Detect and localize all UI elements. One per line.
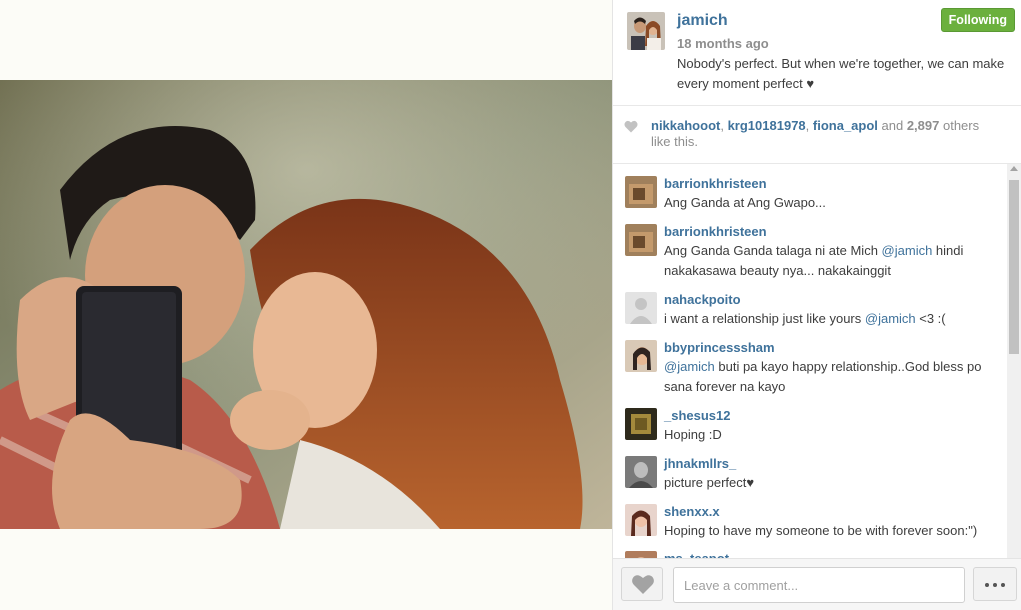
- more-options-button[interactable]: [973, 567, 1017, 601]
- commenter-username[interactable]: _shesus12: [664, 408, 731, 423]
- comment-item: shenxx.x Hoping to have my someone to be…: [613, 504, 1008, 544]
- comment-text: @jamich buti pa kayo happy relationship.…: [664, 357, 1004, 397]
- mention-link[interactable]: @jamich: [865, 311, 916, 326]
- liker-link[interactable]: fiona_apol: [813, 118, 878, 133]
- commenter-avatar[interactable]: [625, 456, 657, 488]
- liker-link[interactable]: nikkahooot: [651, 118, 720, 133]
- following-button[interactable]: Following: [940, 8, 1015, 32]
- commenter-username[interactable]: bbyprincesssham: [664, 340, 775, 355]
- commenter-username[interactable]: ms_teapot: [664, 551, 729, 558]
- comment-text: Ang Ganda Ganda talaga ni ate Mich @jami…: [664, 241, 1004, 281]
- comment-bar: [613, 558, 1021, 610]
- comment-item: bbyprincesssham @jamich buti pa kayo hap…: [613, 340, 1008, 400]
- comment-item: nahackpoito i want a relationship just l…: [613, 292, 1008, 332]
- liker-link[interactable]: krg10181978: [728, 118, 806, 133]
- more-dots-icon: [1001, 583, 1005, 587]
- mention-link[interactable]: @jamich: [664, 359, 715, 374]
- more-dots-icon: [993, 583, 997, 587]
- likes-separator: ,: [805, 118, 813, 133]
- commenter-avatar[interactable]: [625, 408, 657, 440]
- scrollbar-thumb[interactable]: [1009, 180, 1019, 354]
- commenter-username[interactable]: barrionkhristeen: [664, 176, 767, 191]
- commenter-avatar[interactable]: [625, 224, 657, 256]
- commenter-username[interactable]: shenxx.x: [664, 504, 720, 519]
- post-header: jamich 18 months ago Nobody's perfect. B…: [613, 0, 1021, 106]
- author-username[interactable]: jamich: [677, 12, 728, 30]
- comments-scrollbar[interactable]: [1007, 164, 1021, 558]
- commenter-avatar[interactable]: [625, 340, 657, 372]
- commenter-username[interactable]: nahackpoito: [664, 292, 741, 307]
- commenter-avatar[interactable]: [625, 292, 657, 324]
- likes-count[interactable]: 2,897: [907, 118, 940, 133]
- comment-text-part: Ang Ganda Ganda talaga ni ate Mich: [664, 243, 882, 258]
- commenter-avatar[interactable]: [625, 176, 657, 208]
- heart-icon: [624, 120, 638, 133]
- commenter-username[interactable]: barrionkhristeen: [664, 224, 767, 239]
- likes-and: and: [877, 118, 907, 133]
- heart-icon: [632, 575, 654, 594]
- commenter-avatar[interactable]: [625, 551, 657, 558]
- post-caption: Nobody's perfect. But when we're togethe…: [677, 56, 1005, 91]
- post-time[interactable]: 18 months ago: [677, 36, 769, 51]
- author-avatar[interactable]: [627, 12, 665, 50]
- commenter-username[interactable]: jhnakmllrs_: [664, 456, 736, 471]
- comment-text-part: i want a relationship just like yours: [664, 311, 865, 326]
- comment-item: ms_teapot: [613, 551, 1008, 558]
- comment-item: barrionkhristeen Ang Ganda Ganda talaga …: [613, 224, 1008, 284]
- comment-text: Hoping to have my someone to be with for…: [664, 523, 978, 538]
- post-photo-image: [0, 80, 612, 529]
- comment-item: _shesus12 Hoping :D: [613, 408, 1008, 448]
- likes-section: nikkahooot, krg10181978, fiona_apol and …: [613, 106, 1021, 164]
- comment-text: picture perfect♥: [664, 475, 755, 490]
- likes-separator: ,: [720, 118, 728, 133]
- post-photo[interactable]: [0, 80, 612, 529]
- scroll-up-arrow-icon[interactable]: [1010, 166, 1018, 171]
- comments-list[interactable]: barrionkhristeen Ang Ganda at Ang Gwapo.…: [613, 164, 1008, 558]
- post-details-panel: jamich 18 months ago Nobody's perfect. B…: [612, 0, 1021, 610]
- more-dots-icon: [985, 583, 989, 587]
- like-button[interactable]: [621, 567, 663, 601]
- comment-text: Ang Ganda at Ang Gwapo...: [664, 195, 826, 210]
- comment-text-part: <3 :(: [915, 311, 946, 326]
- commenter-avatar[interactable]: [625, 504, 657, 536]
- likes-text: nikkahooot, krg10181978, fiona_apol and …: [651, 118, 1001, 150]
- comment-text: i want a relationship just like yours @j…: [664, 309, 1004, 329]
- comment-text: Hoping :D: [664, 427, 722, 442]
- mention-link[interactable]: @jamich: [882, 243, 933, 258]
- comment-item: barrionkhristeen Ang Ganda at Ang Gwapo.…: [613, 176, 1008, 216]
- comment-item: jhnakmllrs_ picture perfect♥: [613, 456, 1008, 496]
- comment-input[interactable]: [673, 567, 965, 603]
- photo-pane: [0, 0, 612, 610]
